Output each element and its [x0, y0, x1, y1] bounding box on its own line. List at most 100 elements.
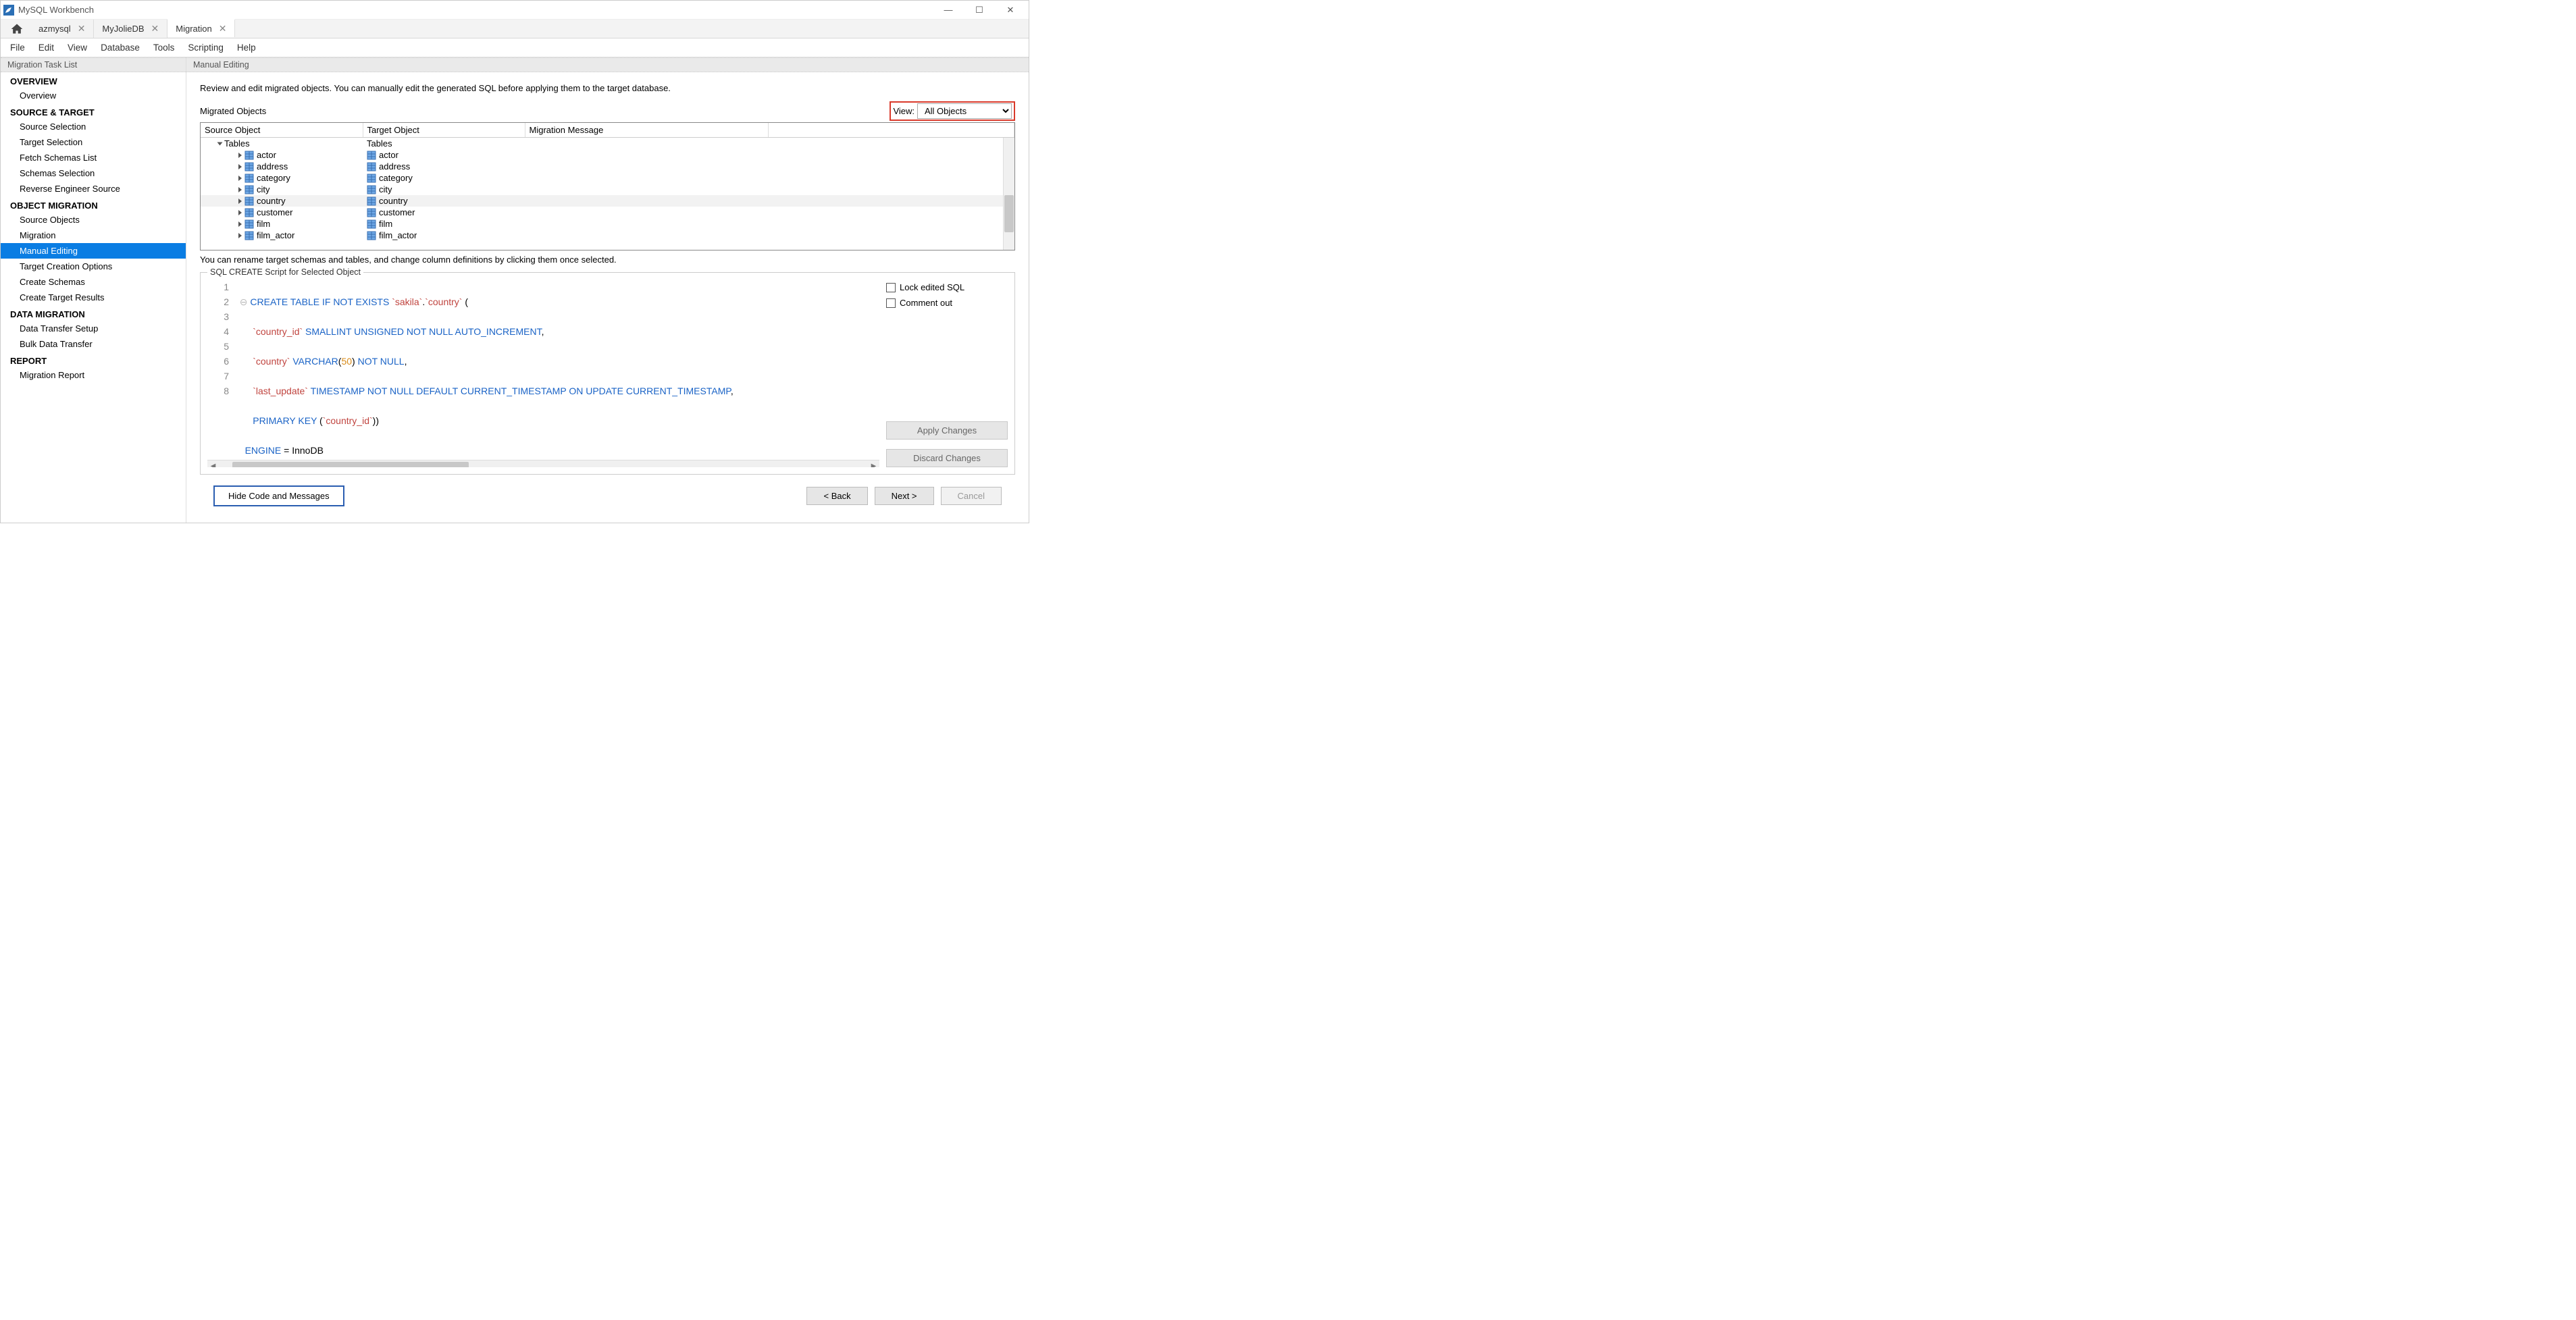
- hscroll-thumb[interactable]: [232, 462, 469, 467]
- table-icon: [367, 162, 376, 171]
- expand-icon[interactable]: [238, 164, 242, 169]
- task-item-reverse-engineer-source[interactable]: Reverse Engineer Source: [1, 181, 186, 196]
- lock-sql-checkbox[interactable]: Lock edited SQL: [886, 282, 1008, 292]
- grid-row[interactable]: addressaddress: [201, 161, 1014, 172]
- table-icon: [367, 185, 376, 194]
- grid-scrollbar-thumb[interactable]: [1004, 195, 1014, 232]
- task-item-source-selection[interactable]: Source Selection: [1, 119, 186, 134]
- tab-migration[interactable]: Migration ✕: [168, 19, 235, 37]
- cell-text: film_actor: [257, 230, 294, 240]
- maximize-button[interactable]: ☐: [964, 1, 995, 20]
- table-icon: [244, 196, 254, 206]
- close-tab-icon[interactable]: ✕: [78, 23, 86, 34]
- discard-changes-button[interactable]: Discard Changes: [886, 449, 1008, 467]
- task-heading: REPORT: [1, 352, 186, 367]
- close-tab-icon[interactable]: ✕: [151, 23, 159, 34]
- table-icon: [367, 151, 376, 160]
- apply-changes-button[interactable]: Apply Changes: [886, 421, 1008, 440]
- grid-header[interactable]: Migration Message: [525, 123, 768, 138]
- expand-icon[interactable]: [238, 153, 242, 158]
- menu-file[interactable]: File: [3, 38, 32, 57]
- task-item-create-schemas[interactable]: Create Schemas: [1, 274, 186, 290]
- task-item-fetch-schemas-list[interactable]: Fetch Schemas List: [1, 150, 186, 165]
- task-item-create-target-results[interactable]: Create Target Results: [1, 290, 186, 305]
- menu-database[interactable]: Database: [94, 38, 147, 57]
- expand-icon[interactable]: [238, 199, 242, 204]
- menu-help[interactable]: Help: [230, 38, 263, 57]
- menu-tools[interactable]: Tools: [147, 38, 182, 57]
- grid-row[interactable]: actoractor: [201, 149, 1014, 161]
- task-item-bulk-data-transfer[interactable]: Bulk Data Transfer: [1, 336, 186, 352]
- back-button[interactable]: < Back: [806, 487, 867, 505]
- main-panel: Manual Editing Review and edit migrated …: [186, 57, 1029, 523]
- line-gutter: 12345678: [207, 280, 234, 467]
- task-heading: OBJECT MIGRATION: [1, 196, 186, 212]
- migration-task-sidebar: Migration Task List OVERVIEWOverviewSOUR…: [1, 57, 186, 523]
- code-content[interactable]: ⊖ CREATE TABLE IF NOT EXISTS `sakila`.`c…: [234, 280, 879, 467]
- table-icon: [367, 196, 376, 206]
- cell-text: category: [257, 173, 290, 183]
- task-item-target-creation-options[interactable]: Target Creation Options: [1, 259, 186, 274]
- tab-label: Migration: [176, 24, 211, 34]
- expand-icon[interactable]: [238, 210, 242, 215]
- expand-icon[interactable]: [238, 221, 242, 227]
- rename-hint: You can rename target schemas and tables…: [200, 255, 1015, 265]
- cell-text: actor: [257, 150, 276, 160]
- task-heading: DATA MIGRATION: [1, 305, 186, 321]
- table-icon: [244, 151, 254, 160]
- tab-azmysql[interactable]: azmysql✕: [30, 20, 94, 38]
- table-icon: [244, 185, 254, 194]
- tab-label: MyJolieDB: [102, 24, 144, 34]
- hide-code-button[interactable]: Hide Code and Messages: [213, 485, 344, 506]
- menu-edit[interactable]: Edit: [32, 38, 61, 57]
- expand-icon[interactable]: [238, 176, 242, 181]
- grid-row[interactable]: film_actorfilm_actor: [201, 230, 1014, 241]
- sql-script-fieldset: SQL CREATE Script for Selected Object 12…: [200, 267, 1015, 475]
- grid-row[interactable]: citycity: [201, 184, 1014, 195]
- sql-editor[interactable]: 12345678 ⊖ CREATE TABLE IF NOT EXISTS `s…: [207, 280, 879, 467]
- hscroll-left-arrow[interactable]: ◀: [207, 463, 219, 468]
- menu-view[interactable]: View: [61, 38, 94, 57]
- table-icon: [244, 231, 254, 240]
- tab-myjoliedb[interactable]: MyJolieDB ✕: [94, 20, 168, 38]
- comment-out-checkbox[interactable]: Comment out: [886, 298, 1008, 308]
- cell-text: address: [257, 161, 288, 171]
- main-title: Manual Editing: [186, 57, 1029, 72]
- task-item-migration-report[interactable]: Migration Report: [1, 367, 186, 383]
- table-icon: [244, 208, 254, 217]
- expand-icon[interactable]: [238, 233, 242, 238]
- task-item-manual-editing[interactable]: Manual Editing: [1, 243, 186, 259]
- task-item-migration[interactable]: Migration: [1, 228, 186, 243]
- expand-icon[interactable]: [217, 142, 223, 145]
- task-item-overview[interactable]: Overview: [1, 88, 186, 103]
- grid-row[interactable]: filmfilm: [201, 218, 1014, 230]
- titlebar: MySQL Workbench — ☐ ✕: [1, 1, 1029, 20]
- hscroll-right-arrow[interactable]: ▶: [868, 463, 879, 468]
- cancel-button[interactable]: Cancel: [941, 487, 1002, 505]
- task-item-target-selection[interactable]: Target Selection: [1, 134, 186, 150]
- task-item-schemas-selection[interactable]: Schemas Selection: [1, 165, 186, 181]
- migrated-objects-grid[interactable]: Source ObjectTarget ObjectMigration Mess…: [200, 122, 1015, 250]
- connection-tabbar: azmysql✕ MyJolieDB ✕ Migration ✕: [1, 20, 1029, 38]
- grid-header[interactable]: Source Object: [201, 123, 363, 138]
- grid-scrollbar[interactable]: [1003, 138, 1014, 250]
- home-tab[interactable]: [3, 20, 30, 38]
- task-item-source-objects[interactable]: Source Objects: [1, 212, 186, 228]
- code-hscrollbar[interactable]: ◀ ▶: [207, 460, 879, 467]
- next-button[interactable]: Next >: [875, 487, 934, 505]
- expand-icon[interactable]: [238, 187, 242, 192]
- task-item-data-transfer-setup[interactable]: Data Transfer Setup: [1, 321, 186, 336]
- grid-row[interactable]: categorycategory: [201, 172, 1014, 184]
- grid-row[interactable]: customercustomer: [201, 207, 1014, 218]
- cell-text: film: [379, 219, 392, 229]
- fieldset-legend: SQL CREATE Script for Selected Object: [207, 267, 363, 277]
- close-tab-icon[interactable]: ✕: [219, 23, 227, 34]
- grid-row[interactable]: countrycountry: [201, 195, 1014, 207]
- grid-row-root[interactable]: TablesTables: [201, 138, 1014, 150]
- grid-header[interactable]: Target Object: [363, 123, 525, 138]
- task-heading: SOURCE & TARGET: [1, 103, 186, 119]
- menu-scripting[interactable]: Scripting: [181, 38, 230, 57]
- close-window-button[interactable]: ✕: [995, 1, 1026, 20]
- view-select[interactable]: All Objects: [917, 103, 1012, 119]
- minimize-button[interactable]: —: [933, 1, 964, 20]
